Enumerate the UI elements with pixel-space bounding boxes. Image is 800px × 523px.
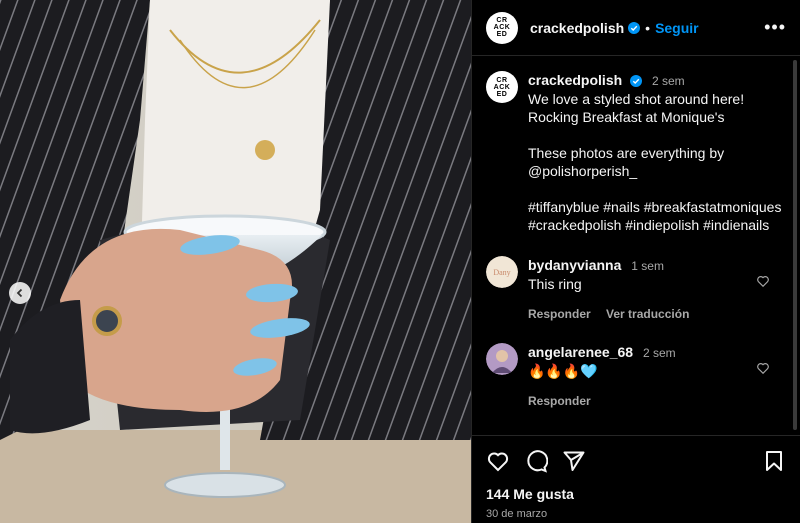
comment-heart-icon[interactable] — [756, 274, 770, 288]
caption-verified-icon — [630, 75, 643, 88]
comment-item: angelarenee_68 2 sem 🔥🔥🔥🩵 Responder — [472, 343, 800, 410]
avatar-text-line-1: CR — [496, 17, 508, 24]
post-date[interactable]: 30 de marzo — [486, 508, 786, 520]
caption-text: We love a styled shot around here! Rocki… — [528, 91, 782, 233]
commenter-avatar[interactable] — [486, 343, 518, 375]
caption-time[interactable]: 2 sem — [652, 74, 685, 88]
post-photo-illustration — [0, 0, 471, 523]
comments-scrollbar[interactable] — [792, 60, 798, 430]
avatar-text-line-3: ED — [496, 31, 508, 38]
comment-username[interactable]: angelarenee_68 — [528, 344, 633, 360]
comment-username[interactable]: bydanyvianna — [528, 257, 621, 273]
comment-item: Dany bydanyvianna 1 sem This ring Respon… — [472, 256, 800, 323]
post-details-panel: CR ACK ED crackedpolish • Seguir ••• CR … — [471, 0, 800, 523]
comment-text: This ring — [528, 276, 582, 292]
post-footer: 144 Me gusta 30 de marzo — [472, 435, 800, 523]
comment-text: 🔥🔥🔥🩵 — [528, 363, 598, 379]
like-count[interactable]: 144 Me gusta — [486, 486, 786, 502]
comment-time[interactable]: 2 sem — [643, 346, 676, 360]
caption-avatar-text-3: ED — [496, 90, 508, 98]
post-image — [0, 0, 471, 523]
follow-button[interactable]: Seguir — [655, 20, 699, 36]
commenter-avatar[interactable]: Dany — [486, 256, 518, 288]
comment-heart-icon[interactable] — [756, 361, 770, 375]
post-caption: CR ACK ED crackedpolish 2 sem We love a … — [472, 57, 800, 234]
caption-avatar-text-2: ACK — [493, 83, 511, 91]
heart-icon[interactable] — [486, 449, 510, 473]
comments-section: CR ACK ED crackedpolish 2 sem We love a … — [472, 57, 800, 435]
author-username[interactable]: crackedpolish — [530, 20, 624, 36]
post-header: CR ACK ED crackedpolish • Seguir ••• — [472, 0, 800, 56]
avatar-text-line-2: ACK — [493, 24, 511, 31]
action-bar — [486, 446, 786, 476]
author-avatar[interactable]: CR ACK ED — [486, 11, 518, 44]
reply-button[interactable]: Responder — [528, 307, 591, 321]
previous-image-button[interactable] — [9, 282, 31, 304]
caption-avatar-text-1: CR — [496, 76, 508, 84]
reply-button[interactable]: Responder — [528, 394, 591, 408]
share-icon[interactable] — [562, 449, 586, 473]
translate-button[interactable]: Ver traducción — [606, 307, 689, 321]
more-options-icon[interactable]: ••• — [764, 17, 786, 38]
separator-dot: • — [645, 19, 651, 36]
verified-icon — [628, 21, 641, 34]
caption-username[interactable]: crackedpolish — [528, 72, 622, 88]
comment-time[interactable]: 1 sem — [631, 259, 664, 273]
caption-avatar[interactable]: CR ACK ED — [486, 71, 518, 103]
comment-icon[interactable] — [524, 449, 548, 473]
bookmark-icon[interactable] — [762, 449, 786, 473]
svg-text:Dany: Dany — [493, 268, 510, 277]
chevron-left-icon — [16, 288, 23, 298]
